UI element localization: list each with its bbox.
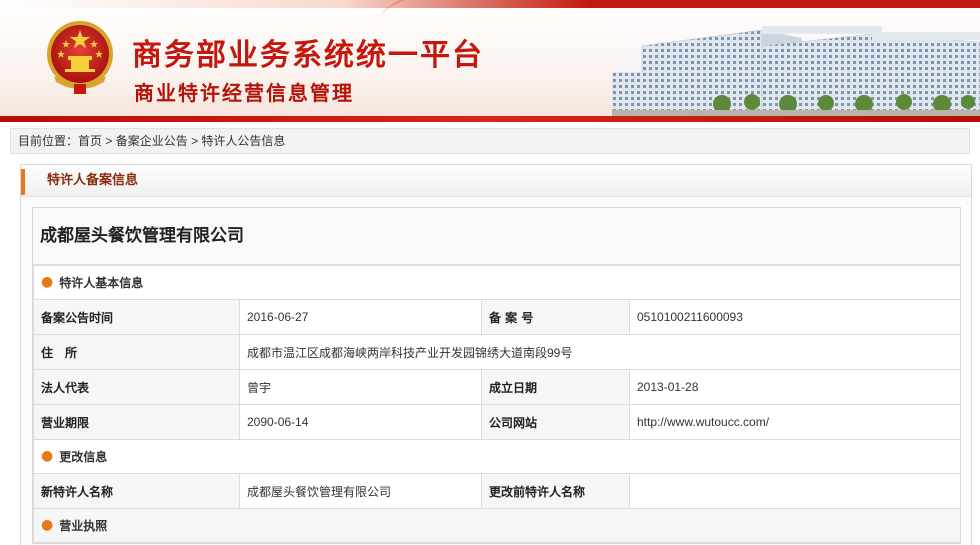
bullet-icon: ●	[41, 517, 54, 533]
term-label: 营业期限	[33, 404, 240, 440]
panel-accent-bar	[21, 169, 25, 195]
breadcrumb-separator: >	[187, 134, 202, 148]
panel-title: 特许人备案信息	[47, 173, 139, 188]
bullet-icon: ●	[41, 448, 54, 464]
table-row: 住 所 成都市温江区成都海峡两岸科技产业开发园锦绣大道南段99号	[33, 334, 962, 370]
address-value: 成都市温江区成都海峡两岸科技产业开发园锦绣大道南段99号	[238, 334, 962, 370]
breadcrumb-prefix: 目前位置：	[18, 134, 79, 148]
table-row: 备案公告时间 2016-06-27 备 案 号 0510100211600093	[33, 299, 962, 335]
module-title: 商业特许经营信息管理	[134, 81, 354, 105]
breadcrumb-home[interactable]: 首页	[78, 134, 102, 148]
established-value: 2013-01-28	[628, 369, 962, 405]
breadcrumb-separator: >	[102, 134, 116, 148]
section-title-license: 营业执照	[59, 519, 108, 533]
platform-title: 商务部业务系统统一平台	[132, 38, 484, 73]
old-name-value	[628, 473, 962, 509]
ministry-building-image	[612, 12, 980, 116]
website-value: http://www.wutoucc.com/	[628, 404, 962, 440]
legal-rep-value: 曾宇	[239, 369, 482, 405]
filing-date-label: 备案公告时间	[33, 299, 240, 335]
filing-date-value: 2016-06-27	[239, 299, 482, 335]
table-row: 新特许人名称 成都屋头餐饮管理有限公司 更改前特许人名称	[33, 473, 962, 509]
site-header: 商务部业务系统统一平台 商业特许经营信息管理	[0, 0, 980, 122]
table-row: 法人代表 曾宇 成立日期 2013-01-28	[33, 369, 962, 405]
new-name-value: 成都屋头餐饮管理有限公司	[239, 473, 482, 509]
panel-header: 特许人备案信息	[21, 165, 971, 197]
company-name: 成都屋头餐饮管理有限公司	[33, 208, 960, 265]
section-row-license: ● 营业执照	[32, 508, 962, 543]
national-emblem-icon	[47, 21, 113, 94]
section-title-basic: 特许人基本信息	[59, 276, 144, 290]
website-label: 公司网站	[481, 404, 630, 440]
filing-no-value: 0510100211600093	[628, 299, 962, 335]
legal-rep-label: 法人代表	[33, 369, 240, 405]
section-row-basic: ● 特许人基本信息	[32, 265, 962, 300]
filing-info-panel: 特许人备案信息 成都屋头餐饮管理有限公司 ● 特许人基本信息 备案公告时间 201…	[20, 164, 972, 545]
established-label: 成立日期	[481, 369, 630, 405]
new-name-label: 新特许人名称	[33, 473, 240, 509]
table-row: 营业期限 2090-06-14 公司网站 http://www.wutoucc.…	[33, 404, 962, 440]
breadcrumb-current: 特许人公告信息	[201, 134, 286, 148]
term-value: 2090-06-14	[239, 404, 482, 440]
old-name-label: 更改前特许人名称	[481, 473, 630, 509]
bullet-icon: ●	[41, 274, 54, 290]
breadcrumb: 目前位置：首页 > 备案企业公告 > 特许人公告信息	[10, 128, 970, 154]
address-label: 住 所	[33, 334, 240, 370]
header-bottom-bar	[0, 116, 980, 122]
section-row-change: ● 更改信息	[32, 439, 962, 474]
info-table: ● 特许人基本信息 备案公告时间 2016-06-27 备 案 号 0510100…	[32, 265, 962, 543]
filing-no-label: 备 案 号	[481, 299, 630, 335]
section-title-change: 更改信息	[59, 450, 108, 464]
breadcrumb-filing-announcements[interactable]: 备案企业公告	[116, 134, 188, 148]
company-detail-card: 成都屋头餐饮管理有限公司 ● 特许人基本信息 备案公告时间 2016-06-27 …	[32, 207, 962, 544]
